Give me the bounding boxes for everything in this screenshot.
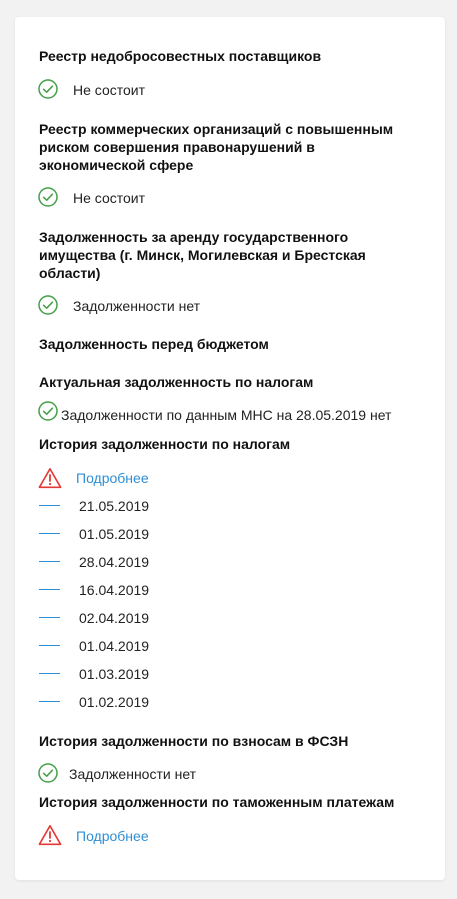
dash-marker bbox=[39, 617, 60, 618]
tax-debt-date: 16.04.2019 bbox=[79, 582, 150, 598]
current-tax-debt-status: Задолженности по данным МНС на 28.05.201… bbox=[61, 407, 392, 423]
warning-icon bbox=[38, 825, 62, 846]
property-rent-debt-heading: Задолженность за аренду государственного… bbox=[39, 229, 366, 281]
customs-debt-history-more-link[interactable]: Подробнее bbox=[76, 827, 149, 845]
check-circle-icon bbox=[38, 295, 58, 315]
dash-marker bbox=[39, 561, 60, 562]
dash-marker bbox=[39, 673, 60, 674]
unfair-suppliers-status: Не состоит bbox=[73, 82, 146, 98]
high-risk-orgs-status: Не состоит bbox=[73, 190, 146, 206]
tax-debt-date: 21.05.2019 bbox=[79, 498, 150, 514]
current-tax-debt-heading: Актуальная задолженность по налогам bbox=[39, 374, 314, 390]
check-circle-icon bbox=[38, 79, 58, 99]
tax-debt-date: 02.04.2019 bbox=[79, 610, 150, 626]
check-circle-icon bbox=[38, 401, 58, 421]
dash-marker bbox=[39, 645, 60, 646]
dash-marker bbox=[39, 589, 60, 590]
check-circle-icon bbox=[38, 763, 58, 783]
tax-debt-history-heading: История задолженности по налогам bbox=[39, 436, 291, 452]
tax-debt-history-more-link[interactable]: Подробнее bbox=[76, 469, 149, 487]
dash-marker bbox=[39, 701, 60, 702]
dash-marker bbox=[39, 533, 60, 534]
tax-debt-date: 01.04.2019 bbox=[79, 638, 150, 654]
customs-debt-history-heading: История задолженности по таможенным плат… bbox=[39, 794, 395, 810]
tax-debt-date: 01.02.2019 bbox=[79, 694, 150, 710]
budget-debt-heading: Задолженность перед бюджетом bbox=[39, 336, 269, 352]
check-circle-icon bbox=[38, 187, 58, 207]
warning-icon bbox=[38, 468, 62, 489]
unfair-suppliers-heading: Реестр недобросовестных поставщиков bbox=[39, 48, 322, 64]
dash-marker bbox=[39, 505, 60, 506]
tax-debt-date: 01.05.2019 bbox=[79, 526, 150, 542]
tax-debt-date: 01.03.2019 bbox=[79, 666, 150, 682]
fszn-debt-history-status: Задолженности нет bbox=[69, 766, 197, 782]
high-risk-orgs-heading: Реестр коммерческих организаций с повыше… bbox=[39, 121, 394, 173]
tax-debt-date: 28.04.2019 bbox=[79, 554, 150, 570]
debts-card: Реестр недобросовестных поставщиков Не с… bbox=[15, 17, 445, 880]
fszn-debt-history-heading: История задолженности по взносам в ФСЗН bbox=[39, 733, 349, 749]
property-rent-debt-status: Задолженности нет bbox=[73, 298, 201, 314]
